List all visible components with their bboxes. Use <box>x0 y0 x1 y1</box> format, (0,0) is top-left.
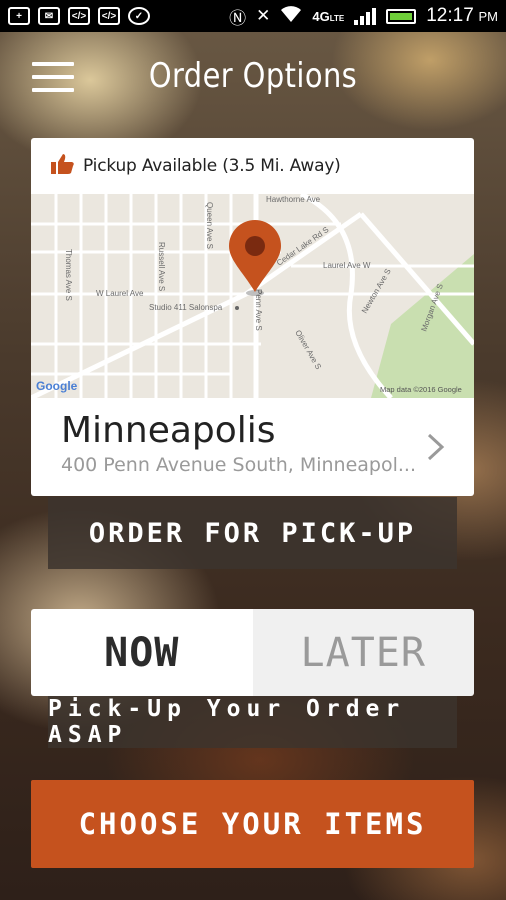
street-label: Russell Ave S <box>157 242 166 291</box>
location-address: 400 Penn Avenue South, Minneapol... <box>61 454 416 476</box>
thumbs-up-icon <box>51 153 75 180</box>
clock: 12:17 PM <box>426 5 498 26</box>
street-label: Queen Ave S <box>205 202 214 249</box>
page-title: Order Options <box>148 56 358 96</box>
map-attribution: Map data ©2016 Google <box>380 385 462 394</box>
mute-icon: ✕ <box>256 6 271 25</box>
app-bar: Order Options <box>0 32 506 124</box>
later-option[interactable]: LATER <box>252 609 474 696</box>
availability-row: Pickup Available (3.5 Mi. Away) <box>31 138 474 194</box>
mail-icon: ✉ <box>38 7 60 25</box>
signal-icon <box>354 7 377 25</box>
street-label: Laurel Ave W <box>323 261 371 270</box>
asap-label: Pick-Up Your Order ASAP <box>48 696 457 748</box>
map-view[interactable]: Hawthorne Ave Cedar Lake Rd S Laurel Ave… <box>31 194 474 398</box>
street-label: W Laurel Ave <box>96 289 144 298</box>
battery-icon <box>386 8 417 24</box>
order-for-pickup-button[interactable]: ORDER FOR PICK-UP <box>48 497 457 569</box>
code-icon: </> <box>68 7 90 25</box>
location-card[interactable]: Pickup Available (3.5 Mi. Away) Hawthorn… <box>31 138 474 496</box>
code-icon: </> <box>98 7 120 25</box>
network-type: 4GLTE <box>312 8 345 24</box>
availability-text: Pickup Available (3.5 Mi. Away) <box>83 156 341 176</box>
add-icon: + <box>8 7 30 25</box>
time-toggle: NOW LATER <box>31 609 474 696</box>
check-icon: ✓ <box>128 7 150 25</box>
street-label: Thomas Ave S <box>64 249 73 301</box>
choose-items-button[interactable]: CHOOSE YOUR ITEMS <box>31 780 474 868</box>
wifi-icon <box>280 5 302 28</box>
status-bar: + ✉ </> </> ✓ Ⓝ ✕ 4GLTE 12:17 PM <box>0 0 506 32</box>
street-label: Hawthorne Ave <box>266 195 321 204</box>
chevron-right-icon[interactable] <box>426 432 446 462</box>
nfc-icon: Ⓝ <box>229 8 247 28</box>
google-logo: Google <box>36 379 78 393</box>
location-city: Minneapolis <box>61 410 276 451</box>
poi-label: Studio 411 Salonspa <box>149 303 223 312</box>
location-info[interactable]: Minneapolis 400 Penn Avenue South, Minne… <box>31 398 474 496</box>
now-option[interactable]: NOW <box>31 609 253 696</box>
